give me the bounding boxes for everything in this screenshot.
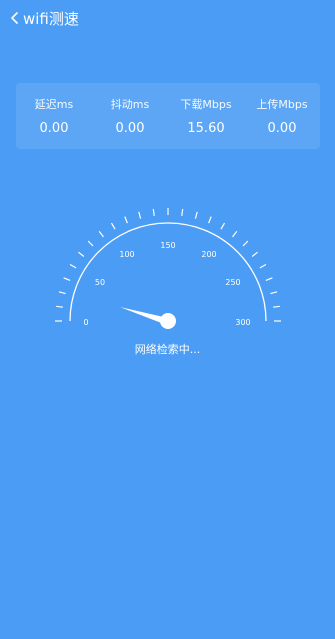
gauge-label-200: 200: [201, 250, 216, 259]
gauge-tick: [98, 231, 104, 238]
jitter-value: 0.00: [115, 121, 145, 136]
back-button[interactable]: wifi测速: [9, 6, 79, 30]
download-stat: 下载Mbps 15.60: [168, 83, 244, 149]
status-text: 网络检索中...: [134, 343, 201, 356]
upload-label: 上传Mbps: [256, 98, 308, 111]
gauge-label-300: 300: [235, 318, 250, 327]
gauge-tick: [63, 277, 71, 281]
stats-panel: 延迟ms 0.00 抖动ms 0.00 下载Mbps 15.60 上传Mbps …: [16, 83, 320, 149]
gauge-tick: [87, 240, 94, 247]
gauge-tick: [124, 216, 128, 224]
gauge-label-50: 50: [95, 278, 105, 287]
download-label: 下载Mbps: [180, 98, 232, 111]
jitter-label: 抖动ms: [110, 98, 150, 111]
gauge-tick: [55, 305, 63, 308]
gauge-tick: [58, 291, 66, 295]
upload-value: 0.00: [267, 121, 297, 136]
gauge-label-0: 0: [83, 318, 88, 327]
gauge-tick: [273, 305, 281, 308]
download-value: 15.60: [187, 121, 225, 136]
latency-label: 延迟ms: [34, 98, 74, 111]
gauge-tick: [194, 211, 198, 219]
latency-stat: 延迟ms 0.00: [16, 83, 92, 149]
gauge-tick: [220, 222, 226, 230]
latency-value: 0.00: [39, 121, 69, 136]
gauge-tick: [138, 211, 142, 219]
gauge-arc: [69, 222, 267, 322]
gauge-tick: [259, 263, 267, 269]
speed-gauge: 0 50 100 150 200 250 300: [55, 208, 281, 329]
gauge-tick: [152, 208, 155, 216]
jitter-stat: 抖动ms 0.00: [92, 83, 168, 149]
page-title: wifi测速: [23, 9, 79, 28]
gauge-tick: [181, 208, 184, 216]
gauge-label-100: 100: [119, 250, 134, 259]
gauge-tick: [242, 240, 249, 247]
gauge-label-150: 150: [160, 241, 175, 250]
chevron-left-icon: [11, 12, 18, 24]
gauge-tick: [208, 216, 212, 224]
gauge-tick: [270, 291, 278, 295]
top-bar: wifi测速: [0, 0, 335, 36]
gauge-tick: [69, 263, 77, 269]
upload-stat: 上传Mbps 0.00: [244, 83, 320, 149]
gauge-tick: [232, 231, 238, 238]
gauge-tick: [110, 222, 116, 230]
gauge-tick: [251, 251, 258, 257]
gauge-tick: [265, 277, 273, 281]
gauge-label-250: 250: [225, 278, 240, 287]
gauge-tick: [78, 251, 85, 257]
gauge-hub: [160, 313, 176, 329]
gauge-ticks: [55, 208, 281, 322]
